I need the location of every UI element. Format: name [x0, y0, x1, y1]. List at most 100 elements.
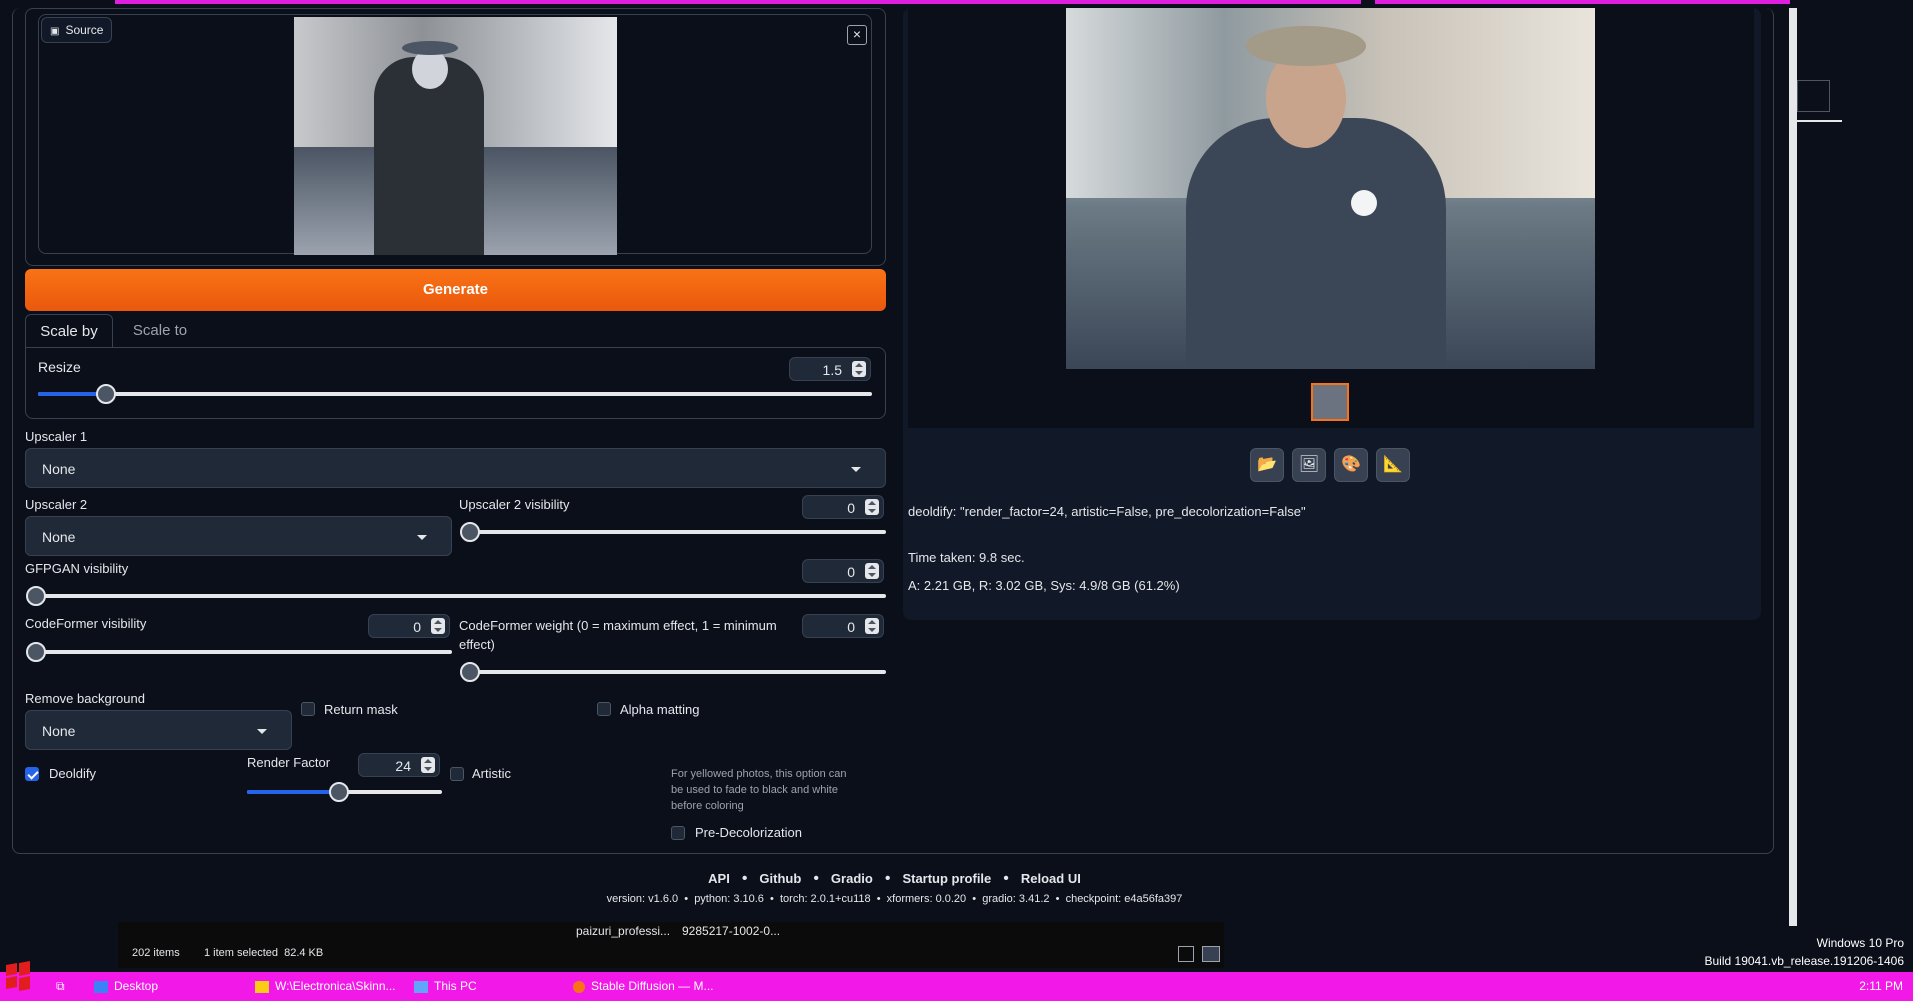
version-info: version: v1.6.0 • python: 3.10.6 • torch… — [606, 893, 1183, 905]
stepper-icon[interactable] — [852, 361, 866, 377]
palette-icon[interactable]: 🎨 — [1334, 448, 1368, 482]
render-factor-input[interactable]: 24 — [358, 753, 440, 777]
explorer-selection: 1 item selected 82.4 KB — [204, 947, 324, 959]
codeformer-visibility-input[interactable]: 0 — [368, 614, 450, 638]
gfpgan-label: GFPGAN visibility — [25, 561, 129, 576]
remove-background-value: None — [42, 723, 76, 739]
gallery-thumbnail[interactable] — [1311, 383, 1349, 421]
upscaler2-value: None — [42, 529, 76, 545]
task-view-icon[interactable]: ⧉ — [56, 972, 76, 1001]
codeformer-weight-input[interactable]: 0 — [802, 614, 884, 638]
start-icon[interactable] — [2, 960, 32, 991]
taskbar-clock[interactable]: 2:11 PM — [1859, 972, 1903, 1001]
footer-link-startup-profile[interactable]: Startup profile — [902, 871, 991, 886]
footer-link-gradio[interactable]: Gradio — [831, 871, 873, 886]
output-photo-person — [1186, 118, 1446, 369]
output-photo-flower — [1351, 190, 1377, 216]
footer-link-reload-ui[interactable]: Reload UI — [1021, 871, 1081, 886]
generate-button[interactable]: Generate — [25, 269, 886, 311]
gfpgan-input[interactable]: 0 — [802, 559, 884, 583]
stepper-icon[interactable] — [431, 618, 445, 634]
footer-links: API • Github • Gradio • Startup profile • Reload… — [708, 870, 1081, 887]
close-icon[interactable]: × — [847, 25, 867, 45]
remove-background-dropdown[interactable]: None — [25, 710, 292, 750]
artistic-checkbox[interactable] — [450, 767, 464, 781]
upscaler2-visibility-slider[interactable] — [460, 522, 886, 542]
codeformer-visibility-label: CodeFormer visibility — [25, 616, 147, 631]
codeformer-weight-slider[interactable] — [460, 662, 886, 682]
footer-link-api[interactable]: API — [708, 871, 730, 886]
footer-link-github[interactable]: Github — [759, 871, 801, 886]
codeformer-visibility-slider[interactable] — [26, 642, 452, 662]
folder-icon[interactable]: 📂 — [1250, 448, 1284, 482]
taskbar-this-pc[interactable]: This PC — [414, 972, 564, 1001]
deoldify-checkbox[interactable] — [25, 767, 39, 781]
details-view-icon[interactable] — [1178, 946, 1194, 962]
deoldify-label[interactable]: Deoldify — [49, 766, 96, 781]
upscaler1-label: Upscaler 1 — [25, 429, 88, 444]
upscaler2-dropdown[interactable]: None — [25, 516, 452, 556]
stepper-icon[interactable] — [421, 757, 435, 773]
explorer-file-1[interactable]: paizuri_professi... — [576, 924, 670, 938]
render-factor-thumb[interactable] — [329, 782, 349, 802]
upscaler2-visibility-input[interactable]: 0 — [802, 495, 884, 519]
scrollbar[interactable] — [1789, 8, 1797, 926]
alpha-matting-checkbox[interactable] — [597, 702, 611, 716]
resize-slider[interactable] — [38, 384, 872, 404]
taskbar-explorer[interactable]: W:\Electronica\Skinn... — [255, 972, 405, 1001]
firefox-icon — [573, 980, 585, 993]
image-icon: ▣ — [50, 26, 60, 37]
folder-icon — [255, 980, 269, 993]
resize-number-input[interactable]: 1.5 — [789, 357, 871, 381]
output-photo[interactable] — [1066, 8, 1595, 369]
render-factor-slider[interactable] — [247, 782, 442, 802]
source-photo-face — [412, 49, 448, 89]
tab-scale-by[interactable]: Scale by — [25, 314, 113, 348]
tiles-view-icon[interactable] — [1202, 946, 1220, 962]
upscaler2-visibility-thumb[interactable] — [460, 522, 480, 542]
upscaler1-value: None — [42, 461, 76, 477]
render-factor-label: Render Factor — [247, 755, 331, 770]
taskbar-firefox[interactable]: Stable Diffusion — M... — [573, 972, 723, 1001]
gfpgan-slider[interactable] — [26, 586, 886, 606]
pre-decolorization-label[interactable]: Pre-Decolorization — [695, 825, 802, 840]
top-accent-bar-2 — [1375, 0, 1790, 4]
return-mask-checkbox[interactable] — [301, 702, 315, 716]
source-label: ▣ Source — [41, 17, 113, 43]
pre-decolorization-checkbox[interactable] — [671, 826, 685, 840]
upscaler2-label: Upscaler 2 — [25, 497, 88, 512]
explorer-window: paizuri_professi... 9285217-1002-0... 20… — [118, 922, 1224, 968]
return-mask-label[interactable]: Return mask — [324, 702, 398, 717]
explorer-item-count: 202 items — [132, 947, 180, 959]
top-accent-bar — [115, 0, 1361, 4]
image-icon[interactable]: 🖼 — [1292, 448, 1326, 482]
upscaler1-dropdown[interactable]: None — [25, 448, 886, 488]
resize-slider-thumb[interactable] — [96, 384, 116, 404]
windows-edition: Windows 10 Pro — [1816, 936, 1904, 950]
artistic-label[interactable]: Artistic — [472, 766, 511, 781]
stepper-icon[interactable] — [865, 618, 879, 634]
memory-usage: A: 2.21 GB, R: 3.02 GB, Sys: 4.9/8 GB (6… — [908, 578, 1180, 593]
codeformer-weight-thumb[interactable] — [460, 662, 480, 682]
scale-by-panel — [25, 347, 886, 419]
source-photo-hat — [402, 41, 458, 55]
stepper-icon[interactable] — [865, 499, 879, 515]
taskbar-desktop[interactable]: Desktop — [94, 972, 244, 1001]
source-image-frame[interactable]: ▣ Source × — [38, 14, 872, 255]
render-factor-fill — [247, 790, 339, 794]
tab-scale-to[interactable]: Scale to — [120, 314, 200, 348]
desktop-icon — [94, 980, 108, 993]
ruler-icon[interactable]: 📐 — [1376, 448, 1410, 482]
pre-decolorization-hint: For yellowed photos, this option can be … — [671, 768, 847, 812]
gfpgan-thumb[interactable] — [26, 586, 46, 606]
codeformer-visibility-thumb[interactable] — [26, 642, 46, 662]
time-taken: Time taken: 9.8 sec. — [908, 550, 1025, 565]
stepper-icon[interactable] — [865, 563, 879, 579]
windows-build: Build 19041.vb_release.191206-1406 — [1704, 954, 1905, 968]
background-window-edge — [1797, 80, 1830, 112]
source-photo — [294, 17, 617, 255]
chevron-down-icon — [257, 729, 267, 734]
alpha-matting-label[interactable]: Alpha matting — [620, 702, 700, 717]
top-strip — [0, 0, 1913, 8]
explorer-file-2[interactable]: 9285217-1002-0... — [682, 924, 780, 938]
